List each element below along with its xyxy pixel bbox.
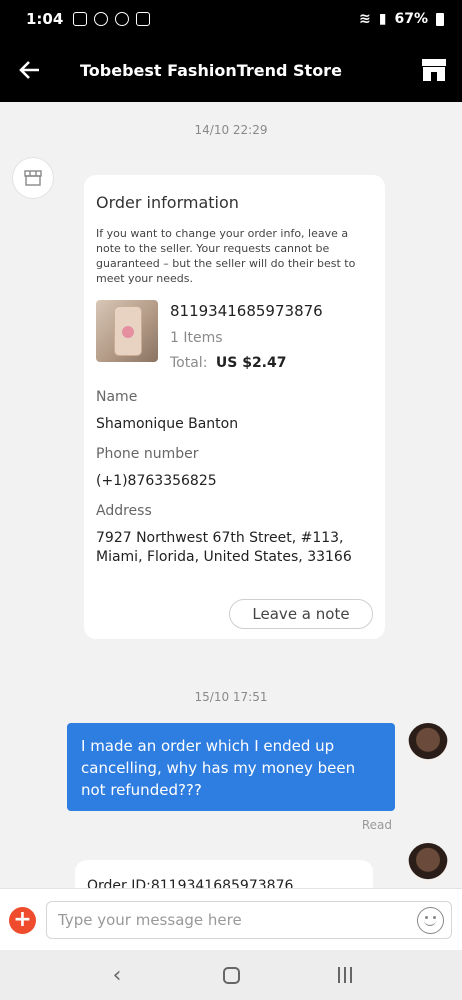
address-label: Address [96,503,152,519]
instagram-icon [73,12,88,26]
chat-area[interactable]: 14/10 22:29 Order information If you wan… [0,102,462,888]
store-icon [422,59,446,81]
battery-icon [436,12,444,26]
message-input[interactable] [46,901,452,939]
name-value: Shamonique Banton [96,416,239,432]
timestamp: 14/10 22:29 [194,123,268,137]
status-right: ≋ ▮ 67% [359,11,444,27]
emoji-button[interactable] [417,907,444,934]
timestamp: 15/10 17:51 [194,690,268,704]
status-time: 1:04 [26,10,64,28]
status-bar: 1:04 ≋ ▮ 67% [0,0,462,38]
user-avatar[interactable] [408,843,448,883]
message-composer: + [0,888,462,950]
name-label: Name [96,389,138,405]
b-app-icon [115,12,130,26]
plus-icon: + [13,907,32,932]
user-message-bubble[interactable]: I made an order which I ended up cancell… [67,723,395,811]
read-status: Read [361,818,392,832]
phone-label: Phone number [96,446,199,462]
nav-home-button[interactable] [211,960,251,990]
order-items-count: 1 Items [170,330,223,346]
recents-icon [338,967,352,983]
leave-note-button[interactable]: Leave a note [229,599,373,629]
user-avatar[interactable] [408,723,448,763]
signal-icon: ▮ [378,11,387,27]
card-note: If you want to change your order info, l… [96,227,356,285]
card-title: Order information [96,193,239,212]
gallery-icon [136,12,151,26]
notification-icons [73,12,151,26]
order-id: 8119341685973876 [170,302,323,320]
order-summary[interactable]: 8119341685973876 1 Items Total: US $2.47 [96,300,373,371]
home-icon [222,966,240,984]
add-attachment-button[interactable]: + [9,907,36,934]
total-value: US $2.47 [215,355,287,371]
order-card-preview[interactable]: Order ID:8119341685973876 [75,860,373,888]
store-title: Tobebest FashionTrend Store [80,60,342,80]
address-value: 7927 Northwest 67th Street, #113, Miami,… [96,530,352,565]
app-bar: Tobebest FashionTrend Store [0,38,462,102]
shop-icon [24,170,42,186]
back-button[interactable] [0,38,60,102]
product-thumbnail[interactable] [96,300,158,362]
chevron-left-icon: ‹ [112,962,122,988]
order-info-card: Order information If you want to change … [84,175,385,639]
seller-avatar[interactable] [12,157,54,199]
order-meta: 8119341685973876 1 Items Total: US $2.47 [170,300,323,371]
nav-back-button[interactable]: ‹ [97,960,137,990]
paw-grip-image [122,326,134,338]
wifi-icon: ≋ [359,11,371,27]
system-nav-bar: ‹ [0,950,462,1000]
arrow-left-icon [19,61,39,79]
store-button[interactable] [420,56,448,84]
total-label: Total: [170,355,208,371]
nav-recents-button[interactable] [325,960,365,990]
battery-percent: 67% [394,11,428,27]
voicemail-icon [94,12,109,26]
phone-value: (+1)8763356825 [96,473,217,489]
order-total: Total: US $2.47 [170,355,323,371]
emoji-icon [424,919,436,926]
